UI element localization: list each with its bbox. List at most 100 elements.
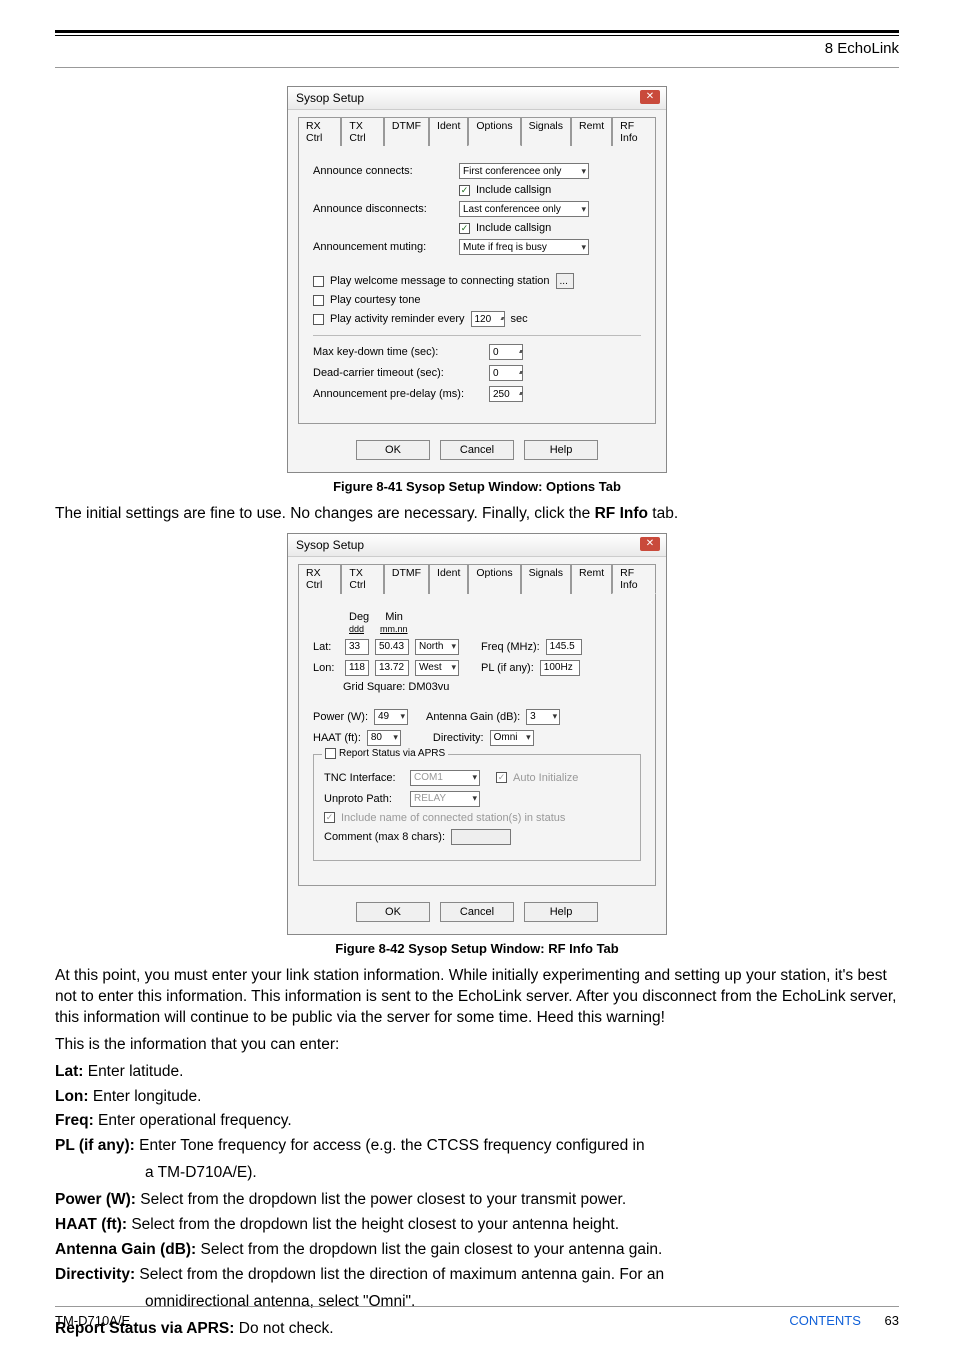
tab-txctrl[interactable]: TX Ctrl — [341, 117, 383, 146]
ok-button[interactable]: OK — [356, 902, 430, 922]
play-activity-seconds[interactable]: 120 — [471, 311, 505, 327]
deg-header: Deg — [349, 611, 369, 623]
dialog2-buttons: OK Cancel Help — [288, 896, 666, 934]
cancel-button[interactable]: Cancel — [440, 902, 514, 922]
announcement-muting-dropdown[interactable]: Mute if freq is busy — [459, 239, 589, 255]
tab-rfinfo[interactable]: RF Info — [612, 564, 656, 594]
freq-input[interactable]: 145.5 — [546, 639, 582, 655]
gain-dropdown[interactable]: 3 — [526, 709, 560, 725]
sysop-setup-options-dialog: Sysop Setup ✕ RX Ctrl TX Ctrl DTMF Ident… — [287, 86, 667, 473]
lon-dir-dropdown[interactable]: West — [415, 660, 459, 676]
def-lat-label: Lat: — [55, 1063, 83, 1080]
lat-label: Lat: — [313, 641, 339, 653]
def-directivity: Directivity: Select from the dropdown li… — [55, 1265, 899, 1286]
include-callsign-2-checkbox[interactable]: ✓ — [459, 223, 470, 234]
def-dir-label: Directivity: — [55, 1266, 135, 1283]
lon-min-input[interactable]: 13.72 — [375, 660, 409, 676]
include-name-label: Include name of connected station(s) in … — [341, 812, 565, 824]
min-header: Min — [385, 611, 403, 623]
def-lon: Lon: Enter longitude. — [55, 1087, 899, 1108]
help-button[interactable]: Help — [524, 902, 598, 922]
lon-deg-input[interactable]: 118 — [345, 660, 369, 676]
tab-rxctrl[interactable]: RX Ctrl — [298, 564, 341, 594]
def-lat: Lat: Enter latitude. — [55, 1062, 899, 1083]
tab-dtmf[interactable]: DTMF — [384, 117, 429, 146]
para-3: This is the information that you can ent… — [55, 1035, 899, 1056]
def-pw-label: Power (W): — [55, 1191, 136, 1208]
power-label: Power (W): — [313, 711, 368, 723]
def-pw-text: Select from the dropdown list the power … — [136, 1191, 626, 1208]
page-footer: TM-D710A/E CONTENTS 63 — [55, 1306, 899, 1328]
auto-init-label: Auto Initialize — [513, 772, 578, 784]
def-pl-text1: Enter Tone frequency for access (e.g. th… — [135, 1137, 645, 1154]
comment-input[interactable] — [451, 829, 511, 845]
cancel-button[interactable]: Cancel — [440, 440, 514, 460]
report-status-label: Report Status via APRS — [339, 748, 445, 759]
tab-signals[interactable]: Signals — [521, 564, 571, 594]
include-callsign-1-checkbox[interactable]: ✓ — [459, 185, 470, 196]
tab-dtmf[interactable]: DTMF — [384, 564, 429, 594]
header-rule — [55, 30, 899, 36]
grid-square: Grid Square: DM03vu — [343, 681, 449, 693]
unproto-dropdown[interactable]: RELAY — [410, 791, 480, 807]
dead-carrier-input[interactable]: 0 — [489, 365, 523, 381]
lat-min-input[interactable]: 50.43 — [375, 639, 409, 655]
para-1c: tab. — [648, 505, 678, 522]
auto-init-checkbox[interactable]: ✓ — [496, 772, 507, 783]
close-icon[interactable]: ✕ — [640, 90, 660, 104]
lat-deg-input[interactable]: 33 — [345, 639, 369, 655]
announce-predelay-input[interactable]: 250 — [489, 386, 523, 402]
tab-ident[interactable]: Ident — [429, 117, 468, 146]
tab-rxctrl[interactable]: RX Ctrl — [298, 117, 341, 146]
include-name-checkbox[interactable]: ✓ — [324, 812, 335, 823]
report-status-checkbox-row: Report Status via APRS — [322, 748, 448, 759]
tab-remt[interactable]: Remt — [571, 564, 612, 594]
dead-carrier-label: Dead-carrier timeout (sec): — [313, 367, 483, 379]
unproto-label: Unproto Path: — [324, 793, 404, 805]
tab-signals[interactable]: Signals — [521, 117, 571, 146]
haat-dropdown[interactable]: 80 — [367, 730, 401, 746]
def-freq: Freq: Enter operational frequency. — [55, 1111, 899, 1132]
power-dropdown[interactable]: 49 — [374, 709, 408, 725]
announcement-muting-label: Announcement muting: — [313, 241, 453, 253]
tab-txctrl[interactable]: TX Ctrl — [341, 564, 383, 594]
ok-button[interactable]: OK — [356, 440, 430, 460]
play-activity-label: Play activity reminder every — [330, 313, 465, 325]
def-haat: HAAT (ft): Select from the dropdown list… — [55, 1215, 899, 1236]
dialog-title: Sysop Setup ✕ — [288, 87, 666, 110]
announce-connects-label: Announce connects: — [313, 165, 453, 177]
def-gain-text: Select from the dropdown list the gain c… — [196, 1241, 662, 1258]
directivity-dropdown[interactable]: Omni — [490, 730, 534, 746]
lat-dir-dropdown[interactable]: North — [415, 639, 459, 655]
announce-predelay-label: Announcement pre-delay (ms): — [313, 388, 483, 400]
tab-options[interactable]: Options — [468, 564, 520, 594]
pl-input[interactable]: 100Hz — [540, 660, 580, 676]
divider — [313, 335, 641, 336]
announce-disconnects-dropdown[interactable]: Last conferencee only — [459, 201, 589, 217]
pl-label: PL (if any): — [481, 662, 534, 674]
tab-remt[interactable]: Remt — [571, 117, 612, 146]
def-pl: PL (if any): Enter Tone frequency for ac… — [55, 1136, 899, 1157]
rfinfo-panel: Deg Min ddd mm.nn Lat: 33 50.43 North Fr… — [298, 593, 656, 886]
close-icon[interactable]: ✕ — [640, 537, 660, 551]
tab-options[interactable]: Options — [468, 117, 520, 146]
play-courtesy-checkbox[interactable] — [313, 295, 324, 306]
play-welcome-checkbox[interactable] — [313, 276, 324, 287]
tnc-dropdown[interactable]: COM1 — [410, 770, 480, 786]
para-1b: RF Info — [595, 505, 648, 522]
play-welcome-browse[interactable]: ... — [556, 273, 574, 289]
help-button[interactable]: Help — [524, 440, 598, 460]
def-lat-text: Enter latitude. — [83, 1063, 183, 1080]
play-activity-checkbox[interactable] — [313, 314, 324, 325]
freq-label: Freq (MHz): — [481, 641, 540, 653]
max-keydown-input[interactable]: 0 — [489, 344, 523, 360]
contents-link[interactable]: CONTENTS — [789, 1313, 861, 1328]
tab-ident[interactable]: Ident — [429, 564, 468, 594]
tab-rfinfo[interactable]: RF Info — [612, 117, 656, 146]
report-status-checkbox[interactable] — [325, 748, 336, 759]
def-gain: Antenna Gain (dB): Select from the dropd… — [55, 1240, 899, 1261]
dialog2-title-text: Sysop Setup — [296, 538, 364, 552]
announce-connects-dropdown[interactable]: First conferencee only — [459, 163, 589, 179]
def-haat-label: HAAT (ft): — [55, 1216, 127, 1233]
def-pl-label: PL (if any): — [55, 1137, 135, 1154]
